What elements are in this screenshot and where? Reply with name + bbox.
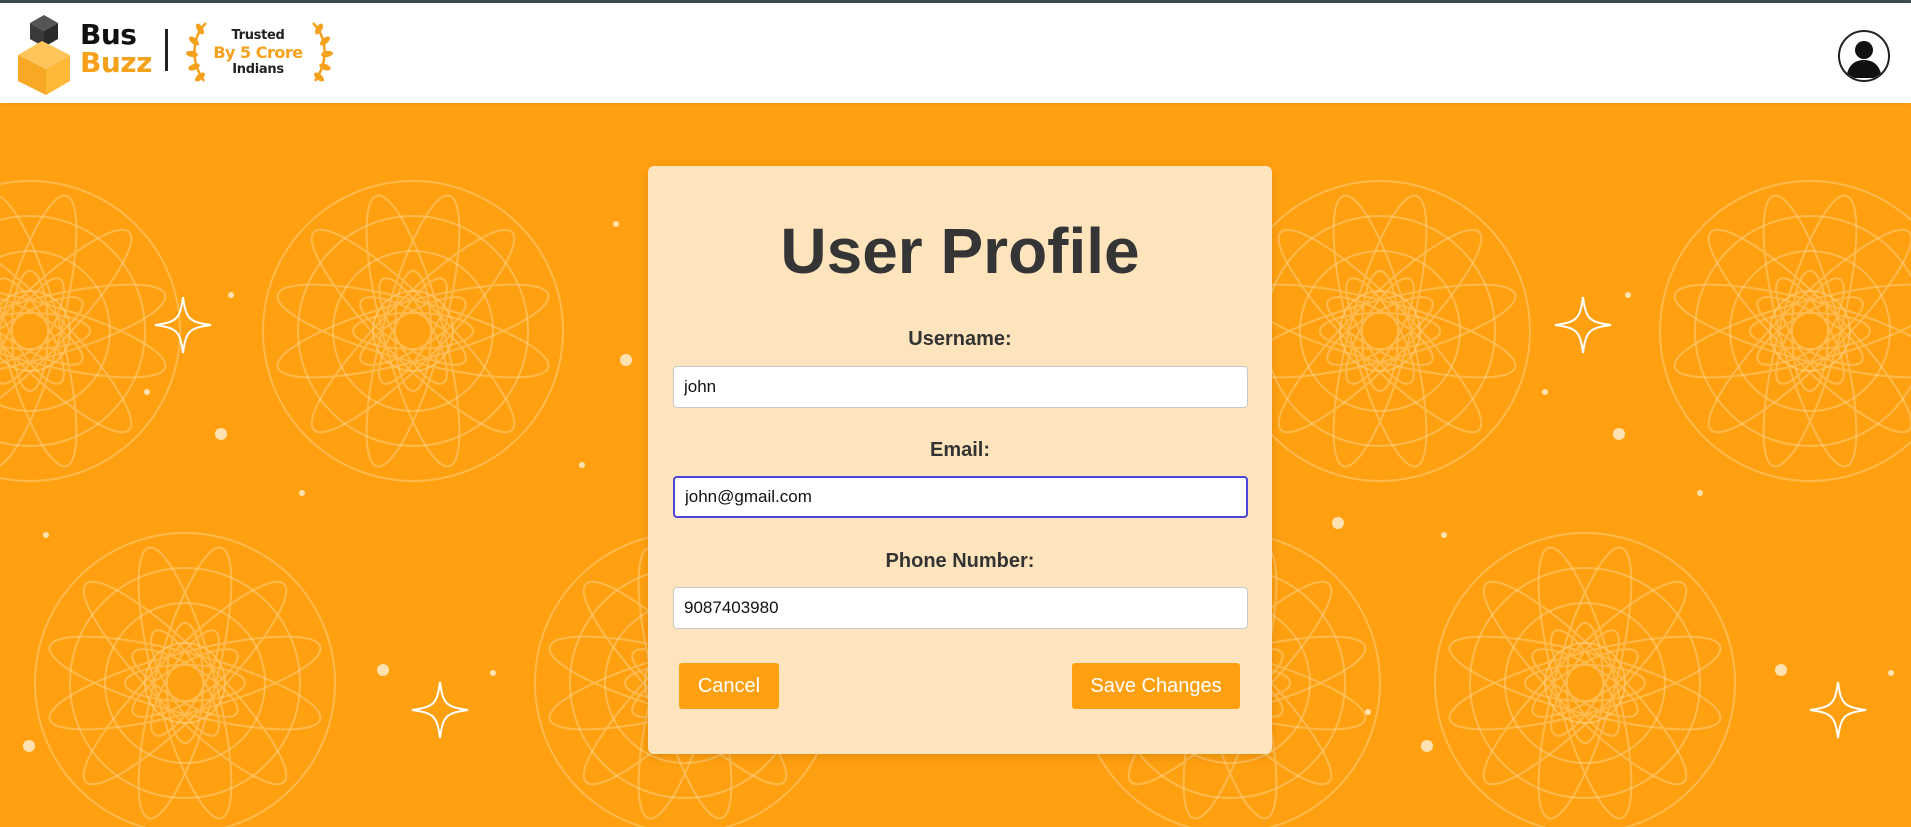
phone-label: Phone Number: (885, 550, 1035, 572)
trust-line3: Indians (232, 62, 284, 77)
email-label: Email: (929, 439, 991, 461)
site-header: Bus Buzz Trusted By 5 Crore Indians (0, 3, 1911, 103)
box-logo-icon (18, 15, 70, 95)
user-avatar-icon (1846, 41, 1882, 78)
username-label: Username: (908, 328, 1012, 350)
save-changes-button[interactable]: Save Changes (1072, 663, 1240, 709)
username-input[interactable] (673, 366, 1248, 408)
phone-input[interactable] (673, 587, 1248, 629)
trust-line2: By 5 Crore (213, 43, 303, 62)
trust-badge: Trusted By 5 Crore Indians (206, 27, 310, 78)
laurel-right-icon (312, 22, 333, 82)
brand-name-line1: Bus (80, 18, 137, 51)
email-input[interactable] (673, 476, 1248, 518)
user-avatar-button[interactable] (1838, 30, 1890, 82)
header-divider (165, 29, 168, 71)
brand-name-line2: Buzz (80, 46, 152, 79)
page-title: User Profile (780, 215, 1140, 287)
trust-line1: Trusted (231, 28, 285, 43)
user-profile-card: User Profile Username: Email: Phone Numb… (648, 166, 1272, 754)
cancel-button[interactable]: Cancel (679, 663, 779, 709)
